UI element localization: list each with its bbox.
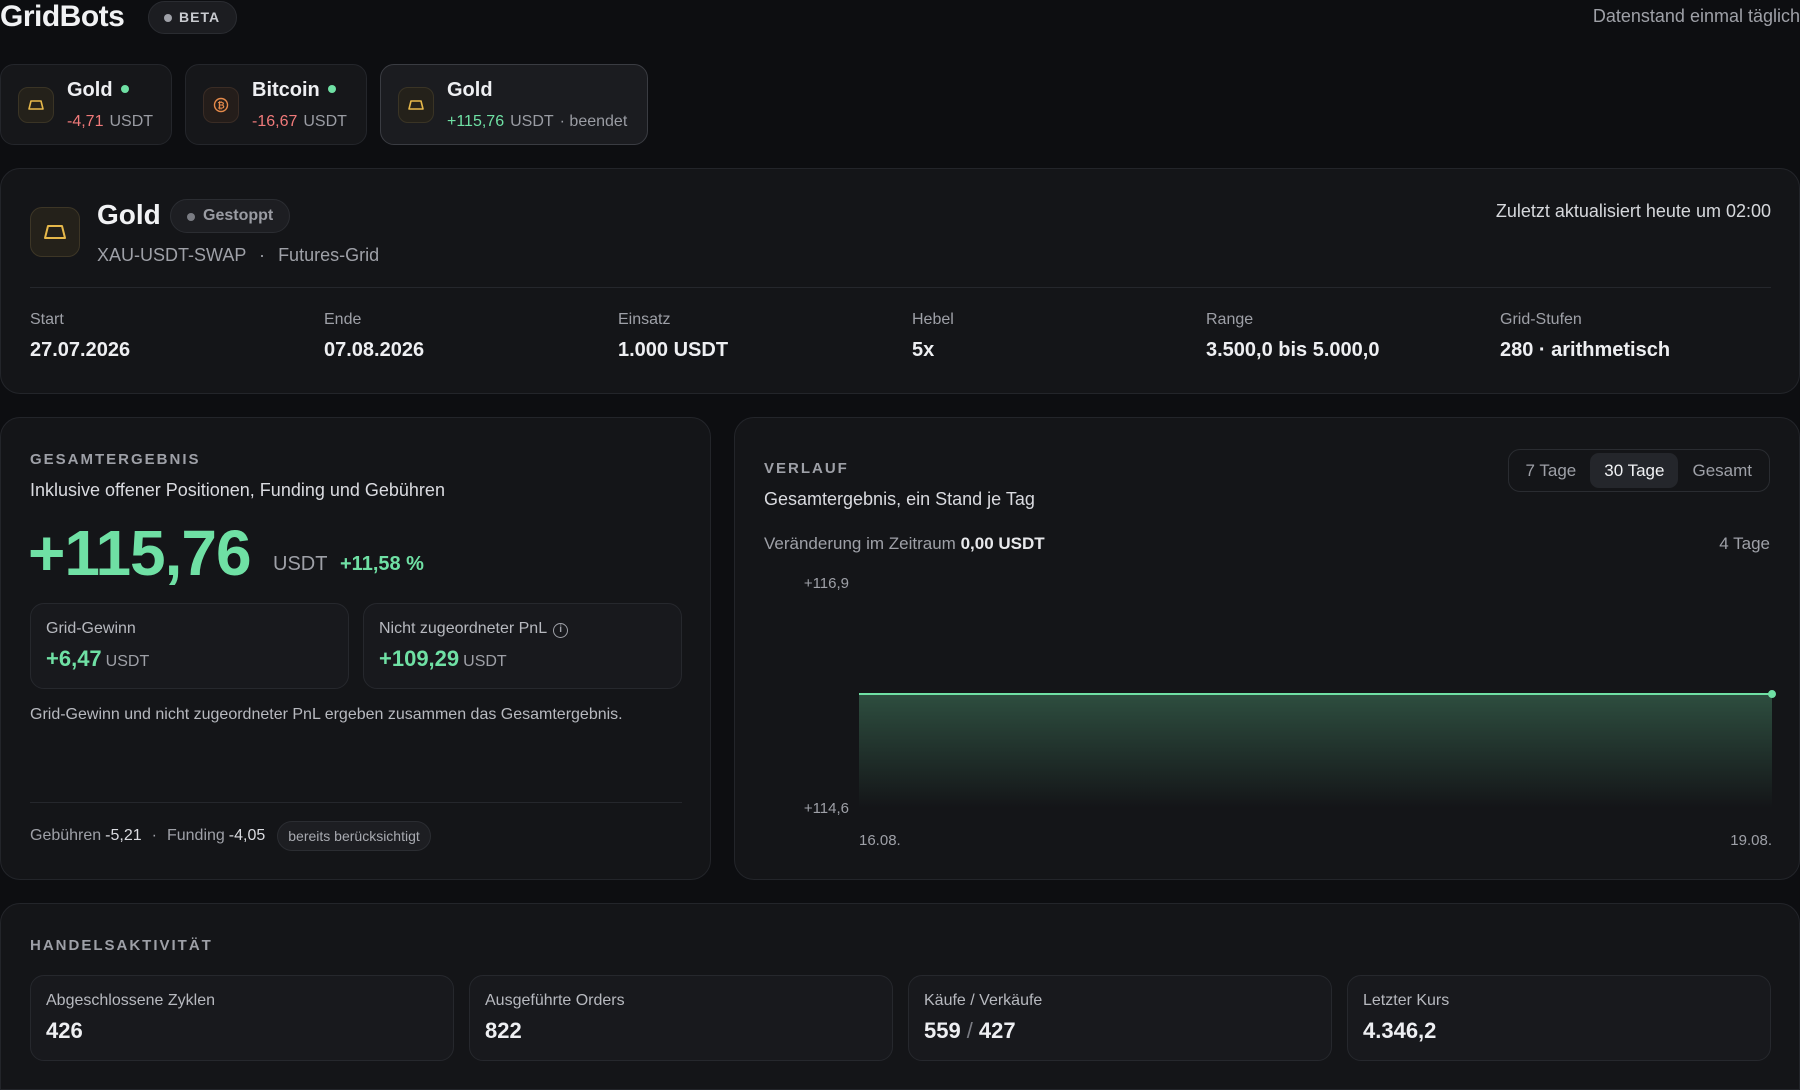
considered-badge: bereits berücksichtigt bbox=[277, 821, 431, 851]
stat-start: Start 27.07.2026 bbox=[30, 311, 131, 361]
divider bbox=[30, 287, 1771, 288]
result-explanation: Grid-Gewinn und nicht zugeordneter PnL e… bbox=[30, 706, 623, 723]
total-result-card: GESAMTERGEBNIS Inklusive offener Positio… bbox=[0, 417, 711, 880]
bot-tab-name: Gold bbox=[67, 79, 113, 101]
grid-profit-box: Grid-Gewinn +6,47 USDT bbox=[30, 603, 349, 689]
brand-title: GridBots bbox=[0, 0, 125, 33]
result-subtitle: Inklusive offener Positionen, Funding un… bbox=[30, 480, 445, 500]
chart-last-point[interactable] bbox=[1768, 690, 1776, 699]
gold-icon bbox=[18, 87, 54, 123]
buys-value: 559 bbox=[924, 1018, 961, 1043]
completed-cycles-box: Abgeschlossene Zyklen 426 bbox=[30, 975, 454, 1061]
bot-title: Gold bbox=[97, 199, 161, 230]
bot-tab-unit: USDT bbox=[109, 113, 154, 130]
y-tick-bottom: +114,6 bbox=[804, 800, 849, 817]
stat-range: Range 3.500,0 bis 5.000,0 bbox=[1206, 311, 1380, 361]
sells-value: 427 bbox=[978, 1018, 1016, 1043]
grid-profit-value: +6,47 bbox=[46, 646, 102, 671]
bot-type: Futures-Grid bbox=[278, 245, 380, 265]
last-price-value: 4.346,2 bbox=[1363, 1018, 1437, 1043]
info-icon[interactable]: i bbox=[553, 623, 569, 638]
history-chart: +116,9 +114,6 16.08. 19.08. bbox=[804, 575, 1776, 849]
chart-area bbox=[859, 694, 1772, 808]
bot-detail-card: Gold Gestoppt XAU-USDT-SWAP · Futures-Gr… bbox=[0, 168, 1800, 394]
section-label: HANDELSAKTIVITÄT bbox=[30, 937, 213, 954]
executed-orders-value: 822 bbox=[485, 1018, 522, 1043]
bot-tab-unit: USDT bbox=[510, 113, 554, 130]
gold-icon bbox=[30, 207, 80, 257]
gold-icon bbox=[398, 87, 434, 123]
status-badge: Gestoppt bbox=[170, 199, 291, 233]
running-dot bbox=[327, 85, 336, 93]
y-tick-top: +116,9 bbox=[804, 575, 849, 592]
unassigned-pnl-box: Nicht zugeordneter PnL i +109,29 USDT bbox=[363, 603, 682, 689]
x-tick-start: 16.08. bbox=[859, 832, 901, 849]
bitcoin-icon: ₿ bbox=[203, 87, 239, 123]
bot-tab-pnl: +115,76 bbox=[447, 113, 505, 130]
last-price-box: Letzter Kurs 4.346,2 bbox=[1347, 975, 1771, 1061]
running-dot bbox=[120, 85, 129, 93]
total-result-percent: +11,58 % bbox=[340, 553, 424, 575]
stat-end: Ende 07.08.2026 bbox=[324, 311, 425, 361]
bot-tab-gold[interactable]: Gold -4,71 USDT bbox=[0, 64, 172, 145]
bot-tab-pnl: -4,71 bbox=[67, 113, 104, 130]
section-label: GESAMTERGEBNIS bbox=[30, 451, 201, 468]
total-result-unit: USDT bbox=[273, 553, 328, 575]
funding-value: -4,05 bbox=[228, 827, 266, 844]
trading-activity-card: HANDELSAKTIVITÄT Abgeschlossene Zyklen 4… bbox=[0, 903, 1800, 1090]
bot-symbol: XAU-USDT-SWAP bbox=[97, 245, 247, 265]
app-header: GridBots BETA Datenstand einmal täglich bbox=[0, 0, 1800, 36]
completed-cycles-value: 426 bbox=[46, 1018, 83, 1043]
bot-tab-gold-finished[interactable]: Gold +115,76 USDT · beendet bbox=[380, 64, 648, 145]
fees-value: -5,21 bbox=[105, 827, 142, 844]
bot-tab-name: Gold bbox=[447, 79, 493, 101]
svg-text:₿: ₿ bbox=[217, 100, 224, 111]
x-tick-end: 19.08. bbox=[1730, 832, 1772, 849]
divider bbox=[30, 802, 682, 803]
executed-orders-box: Ausgeführte Orders 822 bbox=[469, 975, 893, 1061]
history-card: VERLAUF Gesamtergebnis, ein Stand je Tag… bbox=[734, 417, 1800, 880]
total-result-value: +115,76 bbox=[28, 517, 252, 589]
bot-tab-pnl: -16,67 bbox=[252, 113, 298, 130]
bot-tab-name: Bitcoin bbox=[252, 79, 320, 101]
data-note: Datenstand einmal täglich bbox=[1592, 6, 1800, 26]
separator: · bbox=[259, 245, 266, 265]
unassigned-pnl-value: +109,29 bbox=[379, 646, 460, 671]
bot-tab-bitcoin[interactable]: ₿ Bitcoin -16,67 USDT bbox=[185, 64, 367, 145]
bot-tab-status: · beendet bbox=[559, 113, 628, 130]
stat-investment: Einsatz 1.000 USDT bbox=[618, 311, 729, 361]
buys-sells-box: Käufe / Verkäufe 559/427 bbox=[908, 975, 1332, 1061]
stat-grid-levels: Grid-Stufen 280 · arithmetisch bbox=[1500, 311, 1671, 361]
last-updated: Zuletzt aktualisiert heute um 02:00 bbox=[1495, 201, 1771, 221]
bot-tab-unit: USDT bbox=[303, 113, 347, 130]
stat-leverage: Hebel 5x bbox=[912, 311, 954, 361]
fees-row: Gebühren -5,21 · Funding -4,05 bereits ber… bbox=[30, 821, 431, 851]
beta-badge: BETA bbox=[148, 1, 238, 34]
